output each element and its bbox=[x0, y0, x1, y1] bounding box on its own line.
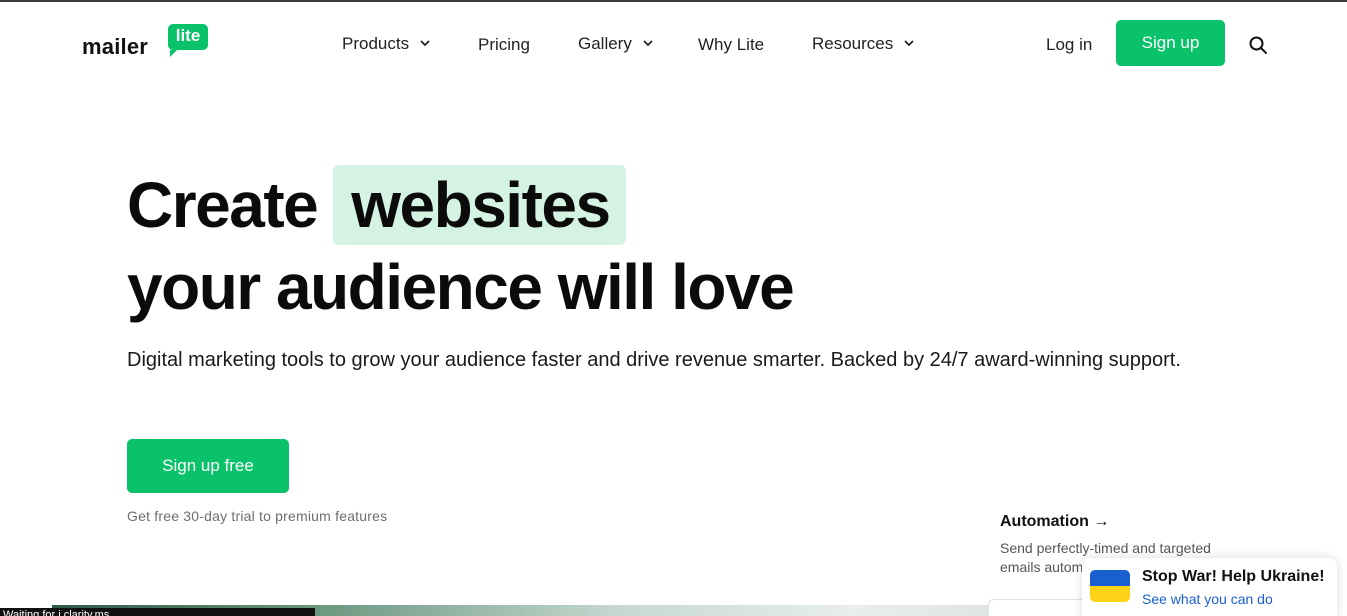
nav-resources-label: Resources bbox=[812, 34, 894, 53]
hero-title-highlight-box: websites bbox=[333, 165, 626, 245]
ukraine-banner-title: Stop War! Help Ukraine! bbox=[1142, 568, 1325, 585]
search-button[interactable] bbox=[1248, 35, 1268, 55]
nav-resources[interactable]: Resources bbox=[812, 34, 914, 54]
hero-title-line2: your audience will love bbox=[127, 251, 795, 323]
browser-status-bar: Waiting for j.clarity.ms... bbox=[0, 608, 315, 616]
nav-why-lite[interactable]: Why Lite bbox=[698, 35, 764, 55]
login-link[interactable]: Log in bbox=[1046, 35, 1092, 55]
nav-products-label: Products bbox=[342, 34, 410, 53]
search-icon bbox=[1249, 36, 1267, 54]
automation-title: Automation bbox=[1000, 513, 1089, 530]
trial-note: Get free 30-day trial to premium feature… bbox=[127, 508, 388, 524]
mailerlite-logo[interactable]: mailer lite bbox=[82, 22, 212, 62]
ukraine-flag-icon bbox=[1090, 570, 1130, 602]
logo-badge: lite bbox=[168, 24, 208, 57]
hero-title-highlight: websites bbox=[351, 169, 611, 241]
signup-free-button[interactable]: Sign up free bbox=[127, 439, 289, 493]
nav-gallery[interactable]: Gallery bbox=[578, 34, 653, 54]
hero-title-line1: Create websites bbox=[127, 164, 626, 246]
nav-pricing-label: Pricing bbox=[478, 35, 530, 54]
nav-gallery-label: Gallery bbox=[578, 34, 632, 53]
nav-pricing[interactable]: Pricing bbox=[478, 35, 530, 55]
nav-products[interactable]: Products bbox=[342, 34, 430, 54]
arrow-right-icon: → bbox=[1093, 513, 1110, 530]
chevron-down-icon bbox=[904, 40, 914, 47]
nav-why-lite-label: Why Lite bbox=[698, 35, 765, 54]
automation-link[interactable]: Automation → bbox=[1000, 513, 1109, 531]
signup-button[interactable]: Sign up bbox=[1116, 20, 1225, 66]
hero-title-prefix: Create bbox=[127, 169, 319, 241]
logo-wordmark: mailer bbox=[82, 34, 149, 59]
chevron-down-icon bbox=[642, 40, 653, 47]
ukraine-banner-link[interactable]: See what you can do bbox=[1142, 591, 1273, 607]
chevron-down-icon bbox=[420, 40, 430, 47]
ukraine-banner[interactable]: Stop War! Help Ukraine! See what you can… bbox=[1082, 558, 1337, 616]
hero-description: Digital marketing tools to grow your aud… bbox=[127, 349, 1181, 371]
